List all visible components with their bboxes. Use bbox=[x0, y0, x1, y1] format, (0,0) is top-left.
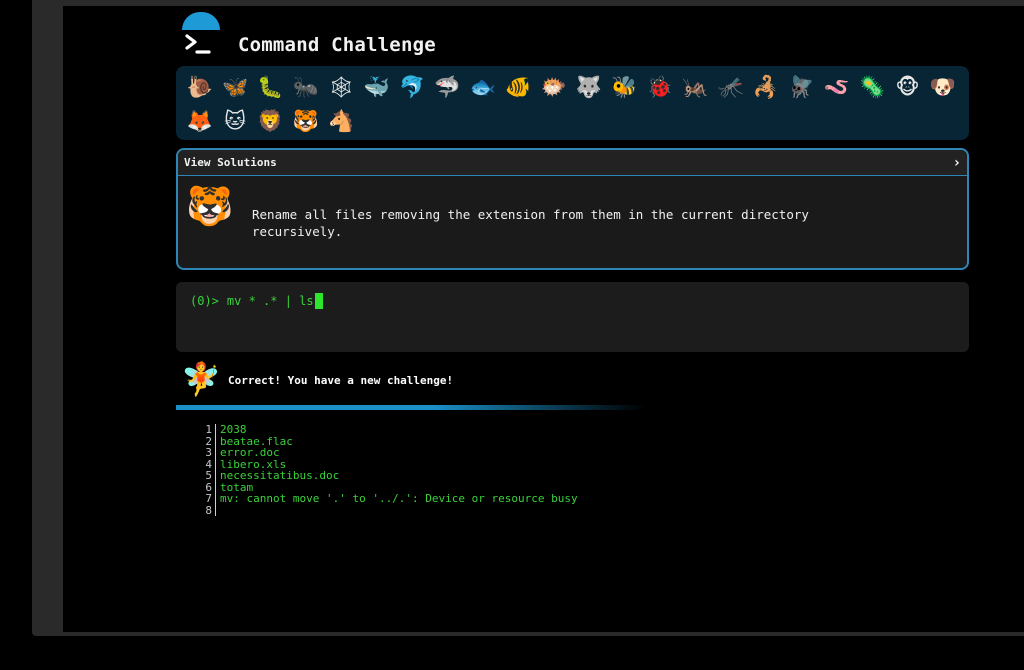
progress-bar bbox=[176, 405, 646, 410]
view-solutions-label: View Solutions bbox=[184, 156, 277, 169]
achievement-emoji-icon: 🦟 bbox=[717, 74, 744, 99]
page-title: Command Challenge bbox=[238, 34, 436, 56]
challenge-description: Rename all files removing the extension … bbox=[252, 207, 809, 239]
achievement-emoji-icon: 🐺 bbox=[575, 74, 603, 99]
output-line: 3 error.doc bbox=[204, 447, 578, 459]
output-line: 8 bbox=[204, 504, 578, 517]
app-header: Command Challenge bbox=[178, 10, 478, 60]
achievement-emoji-icon: 🐌 bbox=[186, 74, 213, 99]
line-number: 7 bbox=[204, 493, 216, 505]
achievement-emoji-icon: 🐟 bbox=[469, 74, 496, 99]
achievement-emoji-icon: 🐜 bbox=[292, 74, 319, 99]
achievement-emoji-icon: 🐞 bbox=[646, 74, 673, 99]
feedback-text: Correct! You have a new challenge! bbox=[228, 374, 454, 387]
output-line: 5 necessitatibus.doc bbox=[204, 470, 578, 482]
output-text: 2038 bbox=[220, 423, 247, 436]
achievement-emoji-icon: 🐱 bbox=[224, 108, 247, 133]
feedback-message: 🧚 Correct! You have a new challenge! bbox=[180, 360, 680, 400]
emoji-row: 🐌 🦋 🐛 🐜 🕸 🐳 🐬 🦈 🐟 🐠 🐡 🐺 🐝 🐞 🦗 🦟 🦂 🪰 🪱 🦠 🐵 🐶 bbox=[182, 70, 963, 104]
achievement-emoji-icon: 🐯 bbox=[292, 108, 319, 133]
text-cursor bbox=[314, 293, 323, 309]
fairy-avatar-icon: 🧚 bbox=[181, 360, 221, 398]
chevron-right-icon: › bbox=[952, 154, 961, 171]
achievement-emoji-icon: 🦠 bbox=[859, 74, 886, 99]
prompt-label: (0)> bbox=[190, 294, 219, 308]
challenge-body: 🐯 Rename all files removing the extensio… bbox=[178, 176, 967, 268]
achievement-emoji-icon: 🐡 bbox=[540, 74, 567, 99]
output-text: error.doc bbox=[220, 446, 280, 459]
achievement-emoji-icon: 🦁 bbox=[257, 108, 284, 133]
command-line[interactable]: (0)> mv * .* | ls bbox=[190, 293, 323, 309]
achievement-emoji-icon: 🦋 bbox=[222, 74, 249, 99]
line-number: 1 bbox=[204, 424, 216, 436]
achievement-emoji-icon: 🐶 bbox=[929, 74, 956, 99]
achievement-emoji-icon: 🐳 bbox=[363, 74, 390, 99]
achievement-emoji-icon: 🐝 bbox=[611, 74, 638, 99]
achievement-emoji-icon: 🦗 bbox=[682, 74, 709, 99]
output-text: necessitatibus.doc bbox=[220, 469, 340, 482]
achievement-emoji-icon: 🐛 bbox=[257, 74, 284, 99]
line-number: 5 bbox=[204, 470, 216, 482]
logo-blip bbox=[182, 12, 220, 30]
line-number: 3 bbox=[204, 447, 216, 459]
tiger-avatar-icon: 🐯 bbox=[186, 183, 234, 228]
output-text: mv: cannot move '.' to '../.': Device or… bbox=[220, 492, 578, 505]
output-line: 7 mv: cannot move '.' to '../.': Device o… bbox=[204, 493, 578, 505]
achievement-emoji-icon: 🕸 bbox=[327, 74, 355, 99]
challenge-card: View Solutions › 🐯 Rename all files remo… bbox=[176, 148, 969, 270]
achievement-emoji-icon: 🐵 bbox=[895, 74, 920, 99]
terminal-prompt-icon bbox=[185, 34, 211, 54]
achievement-emoji-icon: 🦈 bbox=[434, 74, 461, 99]
achievement-emoji-icon: 🪱 bbox=[823, 74, 850, 99]
command-text[interactable]: mv * .* | ls bbox=[227, 294, 314, 308]
achievement-emoji-icon: 🪰 bbox=[788, 74, 815, 99]
achievement-emoji-panel: 🐌 🦋 🐛 🐜 🕸 🐳 🐬 🦈 🐟 🐠 🐡 🐺 🐝 🐞 🦗 🦟 🦂 🪰 🪱 🦠 🐵 🐶 🦊 🐱 🦁 🐯 🐴 bbox=[176, 66, 969, 140]
terminal-input[interactable]: (0)> mv * .* | ls bbox=[176, 282, 969, 352]
output-line: 1 2038 bbox=[204, 424, 578, 436]
view-solutions-toggle[interactable]: View Solutions › bbox=[178, 150, 967, 176]
achievement-emoji-icon: 🦂 bbox=[752, 74, 780, 99]
line-number: 8 bbox=[204, 504, 216, 516]
command-output: 1 2038 2 beatae.flac 3 error.doc 4 libero.xls 5 n… bbox=[204, 424, 578, 516]
achievement-emoji-icon: 🐠 bbox=[505, 74, 532, 99]
achievement-emoji-icon: 🦊 bbox=[186, 108, 213, 133]
achievement-emoji-icon: 🐴 bbox=[328, 108, 355, 133]
emoji-row: 🦊 🐱 🦁 🐯 🐴 bbox=[182, 104, 963, 138]
achievement-emoji-icon: 🐬 bbox=[398, 74, 426, 99]
